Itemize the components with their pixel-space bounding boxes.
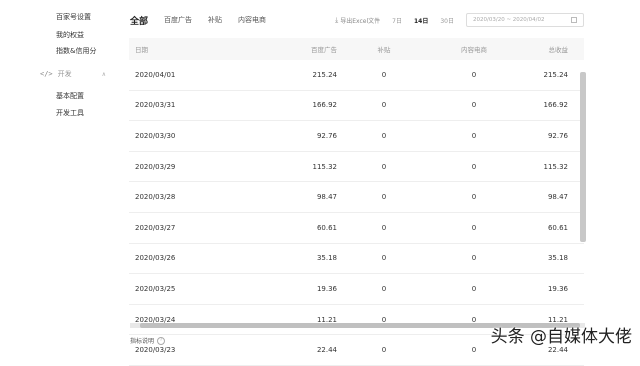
table-row: 2020/03/30 92.76 0 0 92.76 xyxy=(129,121,584,152)
column-header-total: 总收益 xyxy=(548,46,569,54)
table-row: 2020/03/25 19.36 0 0 19.36 xyxy=(129,274,584,305)
cell-date: 2020/03/31 xyxy=(135,101,176,110)
cell-total: 22.44 xyxy=(547,346,568,355)
range-14-days[interactable]: 14日 xyxy=(414,16,428,25)
table-row: 2020/03/29 115.32 0 0 115.32 xyxy=(129,152,584,183)
sidebar-item-basic-config[interactable]: 基本配置 xyxy=(56,91,84,101)
cell-content-ecommerce: 0 xyxy=(471,346,477,355)
cell-date: 2020/03/23 xyxy=(135,346,176,355)
cell-baidu-ads: 166.92 xyxy=(312,101,338,110)
metrics-explanation[interactable]: 指标说明 ? xyxy=(130,336,166,345)
cell-total: 19.36 xyxy=(547,284,568,293)
cell-date: 2020/03/29 xyxy=(135,162,176,171)
table-body: 2020/04/01 215.24 0 0 215.24 2020/03/31 166.92… xyxy=(129,60,584,366)
cell-total: 35.18 xyxy=(547,254,568,263)
column-header-subsidy: 补贴 xyxy=(377,46,391,54)
tab-content-ecommerce[interactable]: 内容电商 xyxy=(238,15,266,25)
code-icon: </> xyxy=(40,70,53,78)
cell-total: 215.24 xyxy=(543,70,569,79)
sidebar-section-develop[interactable]: </> 开发 ∧ xyxy=(40,69,106,79)
tab-all[interactable]: 全部 xyxy=(130,14,148,27)
cell-date: 2020/03/26 xyxy=(135,254,176,263)
table-row: 2020/03/28 98.47 0 0 98.47 xyxy=(129,182,584,213)
cell-content-ecommerce: 0 xyxy=(471,193,477,202)
export-label: 导出Excel文件 xyxy=(340,17,381,25)
cell-baidu-ads: 115.32 xyxy=(312,162,338,171)
cell-date: 2020/03/28 xyxy=(135,193,176,202)
sidebar-item-account-settings[interactable]: 百家号设置 xyxy=(56,12,91,22)
cell-subsidy: 0 xyxy=(381,162,387,171)
tab-subsidy[interactable]: 补贴 xyxy=(208,15,222,25)
cell-subsidy: 0 xyxy=(381,284,387,293)
cell-subsidy: 0 xyxy=(381,254,387,263)
cell-total: 115.32 xyxy=(543,162,569,171)
column-header-baidu-ads: 百度广告 xyxy=(311,46,337,54)
export-excel-button[interactable]: ⤓ 导出Excel文件 xyxy=(335,16,380,25)
cell-total: 98.47 xyxy=(547,193,568,202)
vertical-scrollbar[interactable] xyxy=(580,72,586,242)
column-header-date: 日期 xyxy=(135,46,148,54)
cell-date: 2020/03/27 xyxy=(135,223,176,232)
calendar-icon xyxy=(571,17,577,23)
table-row: 2020/03/31 166.92 0 0 166.92 xyxy=(129,91,584,122)
sidebar-item-dev-tools[interactable]: 开发工具 xyxy=(56,108,84,118)
cell-date: 2020/04/01 xyxy=(135,70,176,79)
cell-baidu-ads: 60.61 xyxy=(316,223,337,232)
sidebar-item-my-rights[interactable]: 我的权益 xyxy=(56,30,84,40)
cell-content-ecommerce: 0 xyxy=(471,70,477,79)
cell-subsidy: 0 xyxy=(381,193,387,202)
toolbar: ⤓ 导出Excel文件 7日 14日 30日 2020/03/20 ~ 2020… xyxy=(335,12,584,28)
chevron-up-icon: ∧ xyxy=(101,70,106,78)
cell-baidu-ads: 35.18 xyxy=(316,254,337,263)
cell-total: 92.76 xyxy=(547,131,568,140)
cell-date: 2020/03/25 xyxy=(135,284,176,293)
income-table: 日期 百度广告 补贴 内容电商 总收益 2020/04/01 215.24 0 0 21… xyxy=(129,38,584,366)
help-icon[interactable]: ? xyxy=(157,336,166,345)
cell-content-ecommerce: 0 xyxy=(471,131,477,140)
cell-baidu-ads: 92.76 xyxy=(316,131,337,140)
tab-baidu-ads[interactable]: 百度广告 xyxy=(164,15,192,25)
cell-date: 2020/03/30 xyxy=(135,131,176,140)
download-icon: ⤓ xyxy=(335,15,339,24)
cell-baidu-ads: 215.24 xyxy=(312,70,338,79)
table-row: 2020/03/27 60.61 0 0 60.61 xyxy=(129,213,584,244)
cell-subsidy: 0 xyxy=(381,131,387,140)
cell-content-ecommerce: 0 xyxy=(471,254,477,263)
cell-total: 60.61 xyxy=(547,223,568,232)
sidebar-item-index-credit[interactable]: 指数&信用分 xyxy=(56,46,96,56)
income-tabs: 全部 百度广告 补贴 内容电商 xyxy=(130,12,282,28)
cell-subsidy: 0 xyxy=(381,70,387,79)
cell-subsidy: 0 xyxy=(381,223,387,232)
table-row: 2020/04/01 215.24 0 0 215.24 xyxy=(129,60,584,91)
date-range-value: 2020/03/20 ~ 2020/04/02 xyxy=(473,17,545,23)
metrics-explanation-label: 指标说明 xyxy=(130,338,155,345)
range-30-days[interactable]: 30日 xyxy=(440,16,454,25)
cell-content-ecommerce: 0 xyxy=(471,284,477,293)
cell-baidu-ads: 22.44 xyxy=(316,346,337,355)
cell-content-ecommerce: 0 xyxy=(471,101,477,110)
cell-content-ecommerce: 0 xyxy=(471,162,477,171)
range-7-days[interactable]: 7日 xyxy=(392,16,402,25)
sidebar: 百家号设置 我的权益 指数&信用分 </> 开发 ∧ 基本配置 开发工具 xyxy=(0,0,116,356)
date-range-picker[interactable]: 2020/03/20 ~ 2020/04/02 xyxy=(466,13,584,27)
table-header: 日期 百度广告 补贴 内容电商 总收益 xyxy=(129,38,584,60)
cell-content-ecommerce: 0 xyxy=(471,223,477,232)
cell-baidu-ads: 19.36 xyxy=(316,284,337,293)
cell-baidu-ads: 98.47 xyxy=(316,193,337,202)
table-row: 2020/03/26 35.18 0 0 35.18 xyxy=(129,244,584,275)
watermark: 头条 @自媒体大佬 xyxy=(490,327,632,347)
cell-total: 166.92 xyxy=(543,101,569,110)
sidebar-section-label: 开发 xyxy=(57,70,72,78)
cell-subsidy: 0 xyxy=(381,101,387,110)
cell-subsidy: 0 xyxy=(381,346,387,355)
column-header-content-ecommerce: 内容电商 xyxy=(461,46,487,54)
